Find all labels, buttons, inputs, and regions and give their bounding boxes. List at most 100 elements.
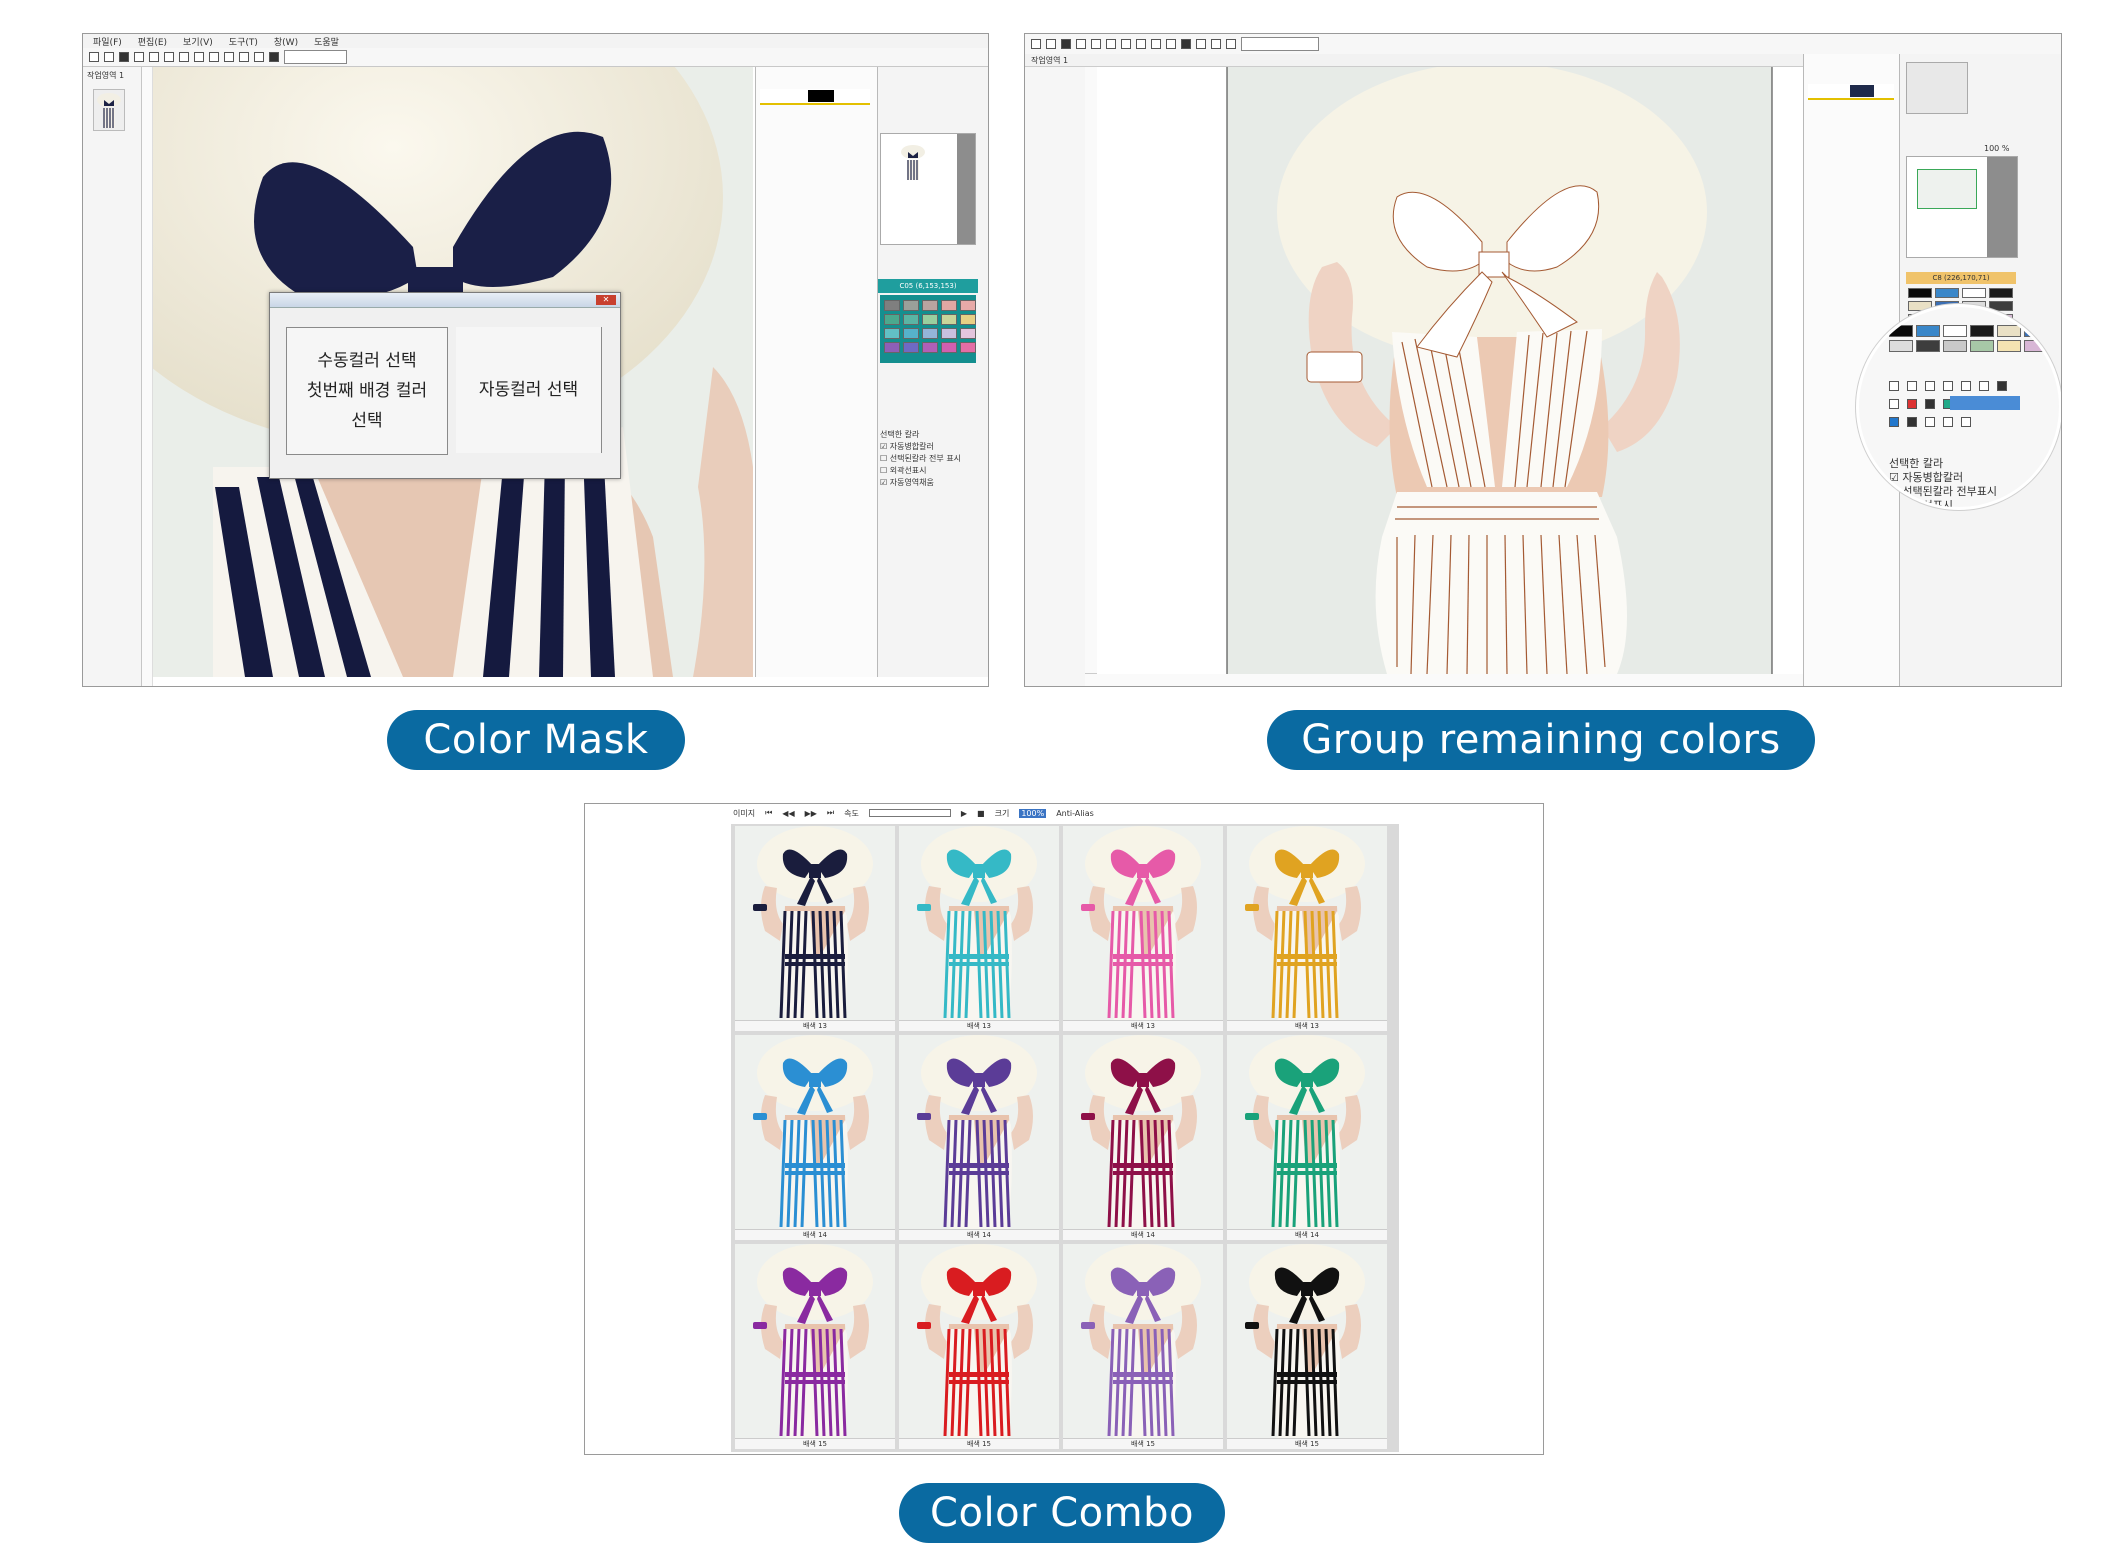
rect-select-icon[interactable]	[1196, 39, 1206, 49]
paste-icon[interactable]	[179, 52, 189, 62]
color-swatch[interactable]	[1889, 340, 1913, 352]
combo-tile[interactable]: 배색 14	[735, 1035, 895, 1240]
color-swatch[interactable]	[1943, 340, 1967, 352]
dialog-close-button[interactable]: ✕	[596, 295, 616, 305]
combo-tile[interactable]: 배색 14	[1227, 1035, 1387, 1240]
redo-icon[interactable]	[209, 52, 219, 62]
redo-icon[interactable]	[1151, 39, 1161, 49]
color-swatch[interactable]	[903, 342, 919, 353]
document-thumbnail[interactable]	[93, 89, 125, 131]
menu-item-help[interactable]: 도움말	[314, 35, 339, 48]
color-swatch[interactable]	[960, 314, 976, 325]
open-folder-icon[interactable]	[104, 52, 114, 62]
color-swatch[interactable]	[1889, 325, 1913, 337]
image-canvas[interactable]	[1097, 67, 1843, 674]
color-swatch[interactable]	[1935, 288, 1959, 298]
copy-icon[interactable]	[1106, 39, 1116, 49]
view-size-select[interactable]	[1241, 37, 1319, 51]
zoom-readout[interactable]: 100 %	[1984, 144, 2009, 153]
rect-select-icon[interactable]	[239, 52, 249, 62]
next-frame-icon[interactable]: ▶▶	[805, 809, 817, 818]
option-row[interactable]: ☐ 선택된칼라 전부 표시	[880, 453, 986, 465]
color-swatch[interactable]	[922, 314, 938, 325]
combo-tile[interactable]: 배색 15	[735, 1244, 895, 1449]
color-swatch[interactable]	[1916, 340, 1940, 352]
menu-item-view[interactable]: 보기(V)	[183, 35, 213, 48]
lasso-icon[interactable]	[1211, 39, 1221, 49]
undo-icon[interactable]	[194, 52, 204, 62]
checkbox-unchecked-icon[interactable]: ☐	[880, 466, 890, 475]
color-swatch[interactable]	[903, 314, 919, 325]
color-swatch[interactable]	[922, 300, 938, 311]
color-swatch[interactable]	[884, 342, 900, 353]
color-swatch[interactable]	[884, 314, 900, 325]
color-swatch[interactable]	[1989, 288, 2013, 298]
print-icon[interactable]	[1076, 39, 1086, 49]
document-tab[interactable]: 작업영역 1	[1031, 55, 1068, 66]
combo-tile[interactable]: 배색 13	[735, 826, 895, 1031]
stop-icon[interactable]: ■	[977, 809, 985, 818]
color-swatch[interactable]	[941, 300, 957, 311]
color-swatch[interactable]	[1962, 288, 1986, 298]
antialias-label[interactable]: Anti-Alias	[1056, 809, 1094, 818]
first-frame-icon[interactable]: ⏮	[765, 808, 772, 818]
menu-item-edit[interactable]: 편집(E)	[138, 35, 167, 48]
selected-layer-chip[interactable]	[1950, 396, 2020, 410]
combo-tile[interactable]: 배색 15	[1063, 1244, 1223, 1449]
color-swatch[interactable]	[1908, 288, 1932, 298]
option-row[interactable]: ☐ 외곽선표시	[880, 465, 986, 477]
magic-wand-icon[interactable]	[1226, 39, 1236, 49]
new-file-icon[interactable]	[1031, 39, 1041, 49]
checkbox-checked-icon[interactable]: ☑	[880, 442, 890, 451]
color-swatch[interactable]	[960, 328, 976, 339]
option-row[interactable]: ☑ 자동병합칼러	[880, 441, 986, 453]
color-swatch[interactable]	[1943, 325, 1967, 337]
undo-icon[interactable]	[1136, 39, 1146, 49]
menu-item-file[interactable]: 파일(F)	[93, 35, 122, 48]
color-swatch[interactable]	[941, 342, 957, 353]
color-swatch[interactable]	[1916, 325, 1940, 337]
option-row[interactable]: ☐ 외곽선표시	[1889, 499, 2049, 507]
cut-icon[interactable]	[149, 52, 159, 62]
color-swatch[interactable]	[884, 300, 900, 311]
option-row[interactable]: ☐ 선택된칼라 전부표시	[1889, 485, 2049, 499]
view-size-select[interactable]	[284, 50, 347, 64]
color-swatch[interactable]	[1970, 325, 1994, 337]
color-swatch[interactable]	[941, 314, 957, 325]
paste-icon[interactable]	[1121, 39, 1131, 49]
speed-slider[interactable]	[868, 809, 951, 817]
menu-item-window[interactable]: 창(W)	[274, 35, 298, 48]
crosshair-icon[interactable]	[1166, 39, 1176, 49]
combo-tile[interactable]: 배색 15	[899, 1244, 1059, 1449]
layer-row[interactable]	[760, 89, 870, 105]
print-icon[interactable]	[134, 52, 144, 62]
fill-icon[interactable]	[269, 52, 279, 62]
color-swatch[interactable]	[2024, 340, 2048, 352]
color-swatch[interactable]	[903, 328, 919, 339]
fill-icon[interactable]	[1181, 39, 1191, 49]
menu-item-tools[interactable]: 도구(T)	[229, 35, 258, 48]
checkbox-unchecked-icon[interactable]: ☐	[1889, 485, 1902, 498]
new-file-icon[interactable]	[89, 52, 99, 62]
checkbox-checked-icon[interactable]: ☑	[1889, 471, 1902, 484]
size-select[interactable]: 100%	[1019, 808, 1047, 818]
color-swatch[interactable]	[960, 342, 976, 353]
save-icon[interactable]	[119, 52, 129, 62]
option-row[interactable]: ☑ 자동영역채움	[880, 477, 986, 489]
color-swatch[interactable]	[922, 342, 938, 353]
last-frame-icon[interactable]: ⏭	[827, 808, 834, 818]
combo-tile[interactable]: 배색 13	[1063, 826, 1223, 1031]
save-icon[interactable]	[1061, 39, 1071, 49]
open-folder-icon[interactable]	[1046, 39, 1056, 49]
option-row[interactable]: ☑ 자동병합칼러	[1889, 471, 2049, 485]
cut-icon[interactable]	[1091, 39, 1101, 49]
combo-tile[interactable]: 배색 14	[1063, 1035, 1223, 1240]
color-swatch[interactable]	[903, 300, 919, 311]
combo-tile[interactable]: 배색 13	[1227, 826, 1387, 1031]
color-swatch[interactable]	[2024, 325, 2048, 337]
color-swatch[interactable]	[1997, 340, 2021, 352]
combo-tile[interactable]: 배색 15	[1227, 1244, 1387, 1449]
copy-icon[interactable]	[164, 52, 174, 62]
color-swatch[interactable]	[1997, 325, 2021, 337]
color-swatch[interactable]	[884, 328, 900, 339]
